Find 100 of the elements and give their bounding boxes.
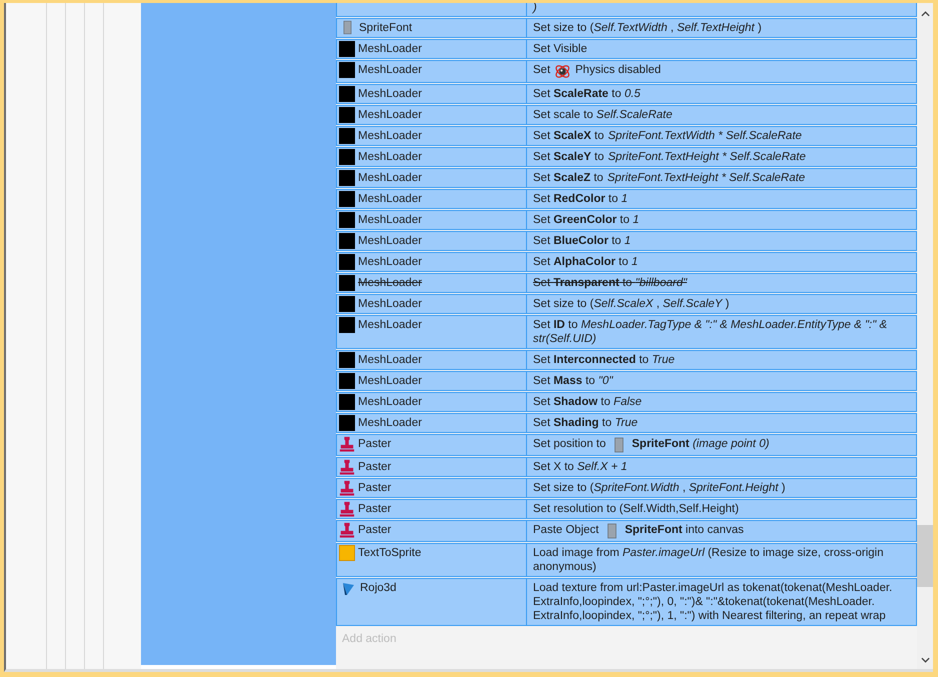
action-row[interactable]: MeshLoader Set Mass to "0": [336, 371, 917, 391]
scrollbar-thumb[interactable]: [917, 525, 933, 587]
square-icon: [339, 149, 355, 165]
scrollbar[interactable]: [917, 3, 933, 669]
action-row[interactable]: MeshLoader Set Shadow to False: [336, 392, 917, 412]
object-name: MeshLoader: [358, 395, 422, 410]
stamp-icon: [339, 480, 355, 496]
action-text: Set ScaleRate to 0.5: [533, 87, 640, 101]
action-text: Set size to (Self.ScaleX , Self.ScaleY ): [533, 297, 730, 311]
action-row[interactable]: SpriteFont Set size to (Self.TextWidth , Self.TextHeight ): [336, 18, 917, 38]
square-icon: [339, 415, 355, 431]
caret-down-icon[interactable]: [920, 657, 930, 663]
object-name: Paster: [358, 523, 392, 538]
square-icon: [339, 62, 355, 78]
object-name: Paster: [358, 460, 392, 475]
action-row[interactable]: TextToSprite Load image from Paster.imageUrl (Resize to image size, cross-origin anonymous): [336, 543, 917, 577]
action-row[interactable]: MeshLoader Set GreenColor to 1: [336, 210, 917, 230]
square-icon: [339, 128, 355, 144]
action-text: SpriteFont into canvas: [624, 523, 744, 537]
object-name: MeshLoader: [358, 129, 422, 144]
stamp-icon: [339, 501, 355, 517]
action-text: Set ScaleX to: [533, 129, 604, 143]
object-name: MeshLoader: [358, 353, 422, 368]
action-row[interactable]: Paster Set X to Self.X + 1: [336, 457, 917, 477]
action-row[interactable]: MeshLoader Set AlphaColor to 1: [336, 252, 917, 272]
action-text: Set ScaleY to: [533, 150, 604, 164]
action-row[interactable]: MeshLoader Set ScaleX to SpriteFont.TextWidth * Self.ScaleRate: [336, 126, 917, 146]
action-row[interactable]: MeshLoader Set ID to MeshLoader.TagType & ":" & MeshLoader.EntityType & ":" & str(Self.UID): [336, 315, 917, 349]
square-icon: [339, 86, 355, 102]
action-row[interactable]: MeshLoader Set ScaleRate to 0.5: [336, 84, 917, 104]
atom-icon: [554, 63, 572, 80]
object-name: MeshLoader: [358, 213, 422, 228]
object-name: Paster: [358, 437, 392, 452]
action-text: Set: [533, 63, 550, 77]
action-row[interactable]: MeshLoader Set ScaleY to SpriteFont.TextHeight * Self.ScaleRate: [336, 147, 917, 167]
action-text: ): [533, 3, 537, 13]
object-name: Paster: [358, 481, 392, 496]
object-name: MeshLoader: [358, 150, 422, 165]
action-text: Set Transparent to "billboard": [533, 276, 687, 290]
object-name: MeshLoader: [358, 87, 422, 102]
object-name: MeshLoader: [358, 374, 422, 389]
action-text: Set resolution to (Self.Width,Self.Height): [533, 502, 739, 516]
square-icon: [339, 296, 355, 312]
action-row[interactable]: Paster Set resolution to (Self.Width,Self.Height): [336, 499, 917, 519]
action-row[interactable]: MeshLoader Set RedColor to 1: [336, 189, 917, 209]
object-name: SpriteFont: [359, 21, 412, 36]
square-icon: [339, 275, 355, 291]
sprite-icon: [343, 20, 352, 35]
square-icon: [339, 233, 355, 249]
stamp-icon: [339, 459, 355, 475]
object-name: MeshLoader: [358, 108, 422, 123]
caret-up-icon[interactable]: [920, 11, 930, 17]
square-icon: [339, 254, 355, 270]
square-icon: [339, 107, 355, 123]
action-text: Set ScaleZ to: [533, 171, 604, 185]
action-row[interactable]: MeshLoader Set Shading to True: [336, 413, 917, 433]
action-text: SpriteFont.TextHeight * Self.ScaleRate: [608, 150, 806, 164]
action-row[interactable]: ): [336, 3, 917, 17]
object-name: MeshLoader: [358, 416, 422, 431]
action-text: SpriteFont.TextHeight * Self.ScaleRate: [607, 171, 806, 185]
action-row[interactable]: MeshLoader Set size to (Self.ScaleX , Self.ScaleY ): [336, 294, 917, 314]
action-row[interactable]: Paster Set position to SpriteFont (image point 0): [336, 434, 917, 456]
action-row[interactable]: Paster Set size to (SpriteFont.Width , SpriteFont.Height ): [336, 478, 917, 498]
action-row[interactable]: MeshLoader Set Interconnected to True: [336, 350, 917, 370]
action-text: Set Visible: [533, 42, 588, 56]
action-text: Set scale to Self.ScaleRate: [533, 108, 672, 122]
action-text: Set Shading to True: [533, 416, 638, 430]
object-name: Paster: [358, 502, 392, 517]
action-text: Set X to Self.X + 1: [533, 460, 628, 474]
object-name: MeshLoader: [358, 63, 422, 78]
action-text: SpriteFont.TextWidth * Self.ScaleRate: [608, 129, 802, 143]
object-name: MeshLoader: [358, 234, 422, 249]
square-icon: [339, 352, 355, 368]
action-row[interactable]: MeshLoader Set ScaleZ to SpriteFont.TextHeight * Self.ScaleRate: [336, 168, 917, 188]
flag-icon: [341, 582, 355, 596]
action-row[interactable]: MeshLoader Set Physics disabled: [336, 60, 917, 83]
action-row[interactable]: [336, 578, 917, 626]
sprite-icon: [614, 437, 624, 453]
action-text: Set Shadow to False: [533, 395, 642, 409]
square-icon: [339, 191, 355, 207]
object-name: MeshLoader: [358, 297, 422, 312]
action-text: Set GreenColor to 1: [533, 213, 640, 227]
object-name: MeshLoader: [358, 192, 422, 207]
square-icon: [339, 317, 355, 333]
object-name: MeshLoader: [358, 42, 422, 57]
object-name: TextToSprite: [358, 546, 422, 561]
action-text: Set size to (Self.TextWidth , Self.TextHeight ): [533, 21, 762, 35]
object-name: MeshLoader: [358, 318, 422, 333]
action-text: Set size to (SpriteFont.Width , SpriteFont.Height ): [533, 481, 786, 495]
square-icon: [339, 170, 355, 186]
action-row[interactable]: MeshLoader Set Visible: [336, 39, 917, 59]
action-row[interactable]: MeshLoader Set scale to Self.ScaleRate: [336, 105, 917, 125]
action-text: Paste Object: [533, 523, 599, 537]
action-row[interactable]: MeshLoader Set BlueColor to 1: [336, 231, 917, 251]
square-icon: [339, 394, 355, 410]
object-name: Rojo3d: [360, 581, 396, 596]
action-row[interactable]: Paster Paste Object SpriteFont into canvas: [336, 520, 917, 542]
sprite-icon: [606, 523, 617, 539]
action-text: Set position to: [533, 437, 606, 451]
stamp-icon: [339, 522, 355, 538]
